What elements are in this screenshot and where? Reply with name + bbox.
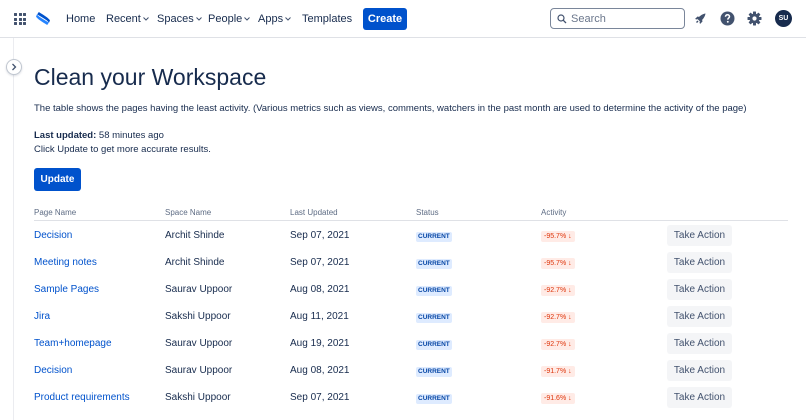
page-name-link[interactable]: Jira bbox=[34, 303, 50, 330]
page-name-link[interactable]: Decision bbox=[34, 222, 72, 249]
last-updated-value: 58 minutes ago bbox=[98, 130, 164, 141]
nav-templates-label: Templates bbox=[302, 13, 353, 25]
page-name-link[interactable]: Decision bbox=[34, 357, 72, 384]
top-navigation: Home Recent Spaces People Apps Templates… bbox=[0, 0, 806, 38]
nav-recent-label: Recent bbox=[106, 13, 141, 25]
space-name: Sakshi Uppoor bbox=[165, 311, 231, 322]
page-description: The table shows the pages having the lea… bbox=[34, 103, 747, 114]
activity-badge: -91.6% ↓ bbox=[541, 393, 575, 404]
nav-templates[interactable]: Templates bbox=[302, 13, 352, 26]
take-action-button[interactable]: Take Action bbox=[667, 225, 732, 246]
status-badge: CURRENT bbox=[416, 286, 452, 296]
space-name: Saurav Uppoor bbox=[165, 365, 233, 376]
update-button[interactable]: Update bbox=[34, 168, 81, 191]
nav-apps-label: Apps bbox=[258, 13, 284, 25]
nav-people[interactable]: People bbox=[208, 13, 251, 26]
take-action-button[interactable]: Take Action bbox=[667, 360, 732, 381]
avatar[interactable]: SU bbox=[775, 10, 792, 27]
last-updated-date: Sep 07, 2021 bbox=[290, 230, 350, 241]
last-updated-date: Aug 08, 2021 bbox=[290, 365, 350, 376]
space-name: Sakshi Uppoor bbox=[165, 392, 231, 403]
space-name: Archit Shinde bbox=[165, 230, 225, 241]
table-row: Decision Saurav Uppoor Aug 08, 2021 CURR… bbox=[0, 357, 806, 384]
column-header-activity: Activity bbox=[541, 208, 567, 217]
status-badge: CURRENT bbox=[416, 394, 452, 404]
nav-spaces[interactable]: Spaces bbox=[157, 13, 202, 26]
table-row: Team+homepage Saurav Uppoor Aug 19, 2021… bbox=[0, 330, 806, 357]
settings-icon[interactable] bbox=[747, 11, 762, 26]
last-updated-date: Aug 08, 2021 bbox=[290, 284, 350, 295]
table-row: Meeting notes Archit Shinde Sep 07, 2021… bbox=[0, 249, 806, 276]
last-updated-date: Aug 19, 2021 bbox=[290, 338, 350, 349]
status-badge: CURRENT bbox=[416, 340, 452, 350]
take-action-button[interactable]: Take Action bbox=[667, 387, 732, 408]
page-title: Clean your Workspace bbox=[34, 64, 267, 90]
activity-badge: -95.7% ↓ bbox=[541, 258, 575, 269]
table-row: Product requirements Sakshi Uppoor Sep 0… bbox=[0, 384, 806, 411]
search-box[interactable] bbox=[550, 8, 685, 29]
nav-recent[interactable]: Recent bbox=[106, 13, 149, 26]
nav-spaces-label: Spaces bbox=[157, 13, 194, 25]
activity-badge: -91.7% ↓ bbox=[541, 366, 575, 377]
column-header-space-name: Space Name bbox=[165, 208, 212, 217]
nav-people-label: People bbox=[208, 13, 243, 25]
page-name-link[interactable]: Team+homepage bbox=[34, 330, 112, 357]
activity-badge: -95.7% ↓ bbox=[541, 231, 575, 242]
activity-badge: -92.7% ↓ bbox=[541, 285, 575, 296]
last-updated-date: Aug 11, 2021 bbox=[290, 311, 349, 322]
update-hint: Click Update to get more accurate result… bbox=[34, 144, 211, 155]
search-input[interactable] bbox=[571, 10, 679, 27]
take-action-button[interactable]: Take Action bbox=[667, 306, 732, 327]
help-icon[interactable] bbox=[720, 11, 735, 26]
nav-home[interactable]: Home bbox=[66, 13, 95, 26]
app-switcher-icon[interactable] bbox=[14, 13, 26, 25]
expand-sidebar-button[interactable] bbox=[6, 59, 22, 75]
take-action-button[interactable]: Take Action bbox=[667, 333, 732, 354]
search-icon bbox=[557, 14, 567, 24]
column-header-page-name: Page Name bbox=[34, 208, 77, 217]
chevron-down-icon bbox=[244, 17, 251, 21]
status-badge: CURRENT bbox=[416, 259, 452, 269]
space-name: Saurav Uppoor bbox=[165, 284, 233, 295]
table-row: Decision Archit Shinde Sep 07, 2021 CURR… bbox=[0, 222, 806, 249]
take-action-button[interactable]: Take Action bbox=[667, 252, 732, 273]
activity-badge: -92.7% ↓ bbox=[541, 312, 575, 323]
nav-home-label: Home bbox=[66, 13, 96, 25]
nav-apps[interactable]: Apps bbox=[258, 13, 291, 26]
column-header-last-updated: Last Updated bbox=[290, 208, 338, 217]
page-name-link[interactable]: Meeting notes bbox=[34, 249, 97, 276]
space-name: Archit Shinde bbox=[165, 257, 225, 268]
table-header-divider bbox=[34, 220, 788, 221]
page-name-link[interactable]: Product requirements bbox=[34, 384, 130, 411]
chevron-down-icon bbox=[285, 17, 291, 21]
last-updated-date: Sep 07, 2021 bbox=[290, 392, 350, 403]
take-action-button[interactable]: Take Action bbox=[667, 279, 732, 300]
create-button[interactable]: Create bbox=[363, 8, 407, 30]
last-updated: Last updated: 58 minutes ago bbox=[34, 130, 164, 142]
last-updated-date: Sep 07, 2021 bbox=[290, 257, 350, 268]
confluence-logo-icon[interactable] bbox=[36, 11, 50, 26]
notifications-icon[interactable] bbox=[693, 11, 708, 26]
last-updated-label: Last updated: bbox=[34, 130, 97, 141]
chevron-down-icon bbox=[195, 17, 202, 21]
chevron-down-icon bbox=[143, 17, 149, 21]
space-name: Saurav Uppoor bbox=[165, 338, 233, 349]
chevron-right-icon bbox=[12, 63, 17, 71]
table-row: Jira Sakshi Uppoor Aug 11, 2021 CURRENT … bbox=[0, 303, 806, 330]
table-row: Sample Pages Saurav Uppoor Aug 08, 2021 … bbox=[0, 276, 806, 303]
column-header-status: Status bbox=[416, 208, 439, 217]
status-badge: CURRENT bbox=[416, 313, 452, 323]
status-badge: CURRENT bbox=[416, 232, 452, 242]
activity-badge: -92.7% ↓ bbox=[541, 339, 575, 350]
page-name-link[interactable]: Sample Pages bbox=[34, 276, 99, 303]
status-badge: CURRENT bbox=[416, 367, 452, 377]
